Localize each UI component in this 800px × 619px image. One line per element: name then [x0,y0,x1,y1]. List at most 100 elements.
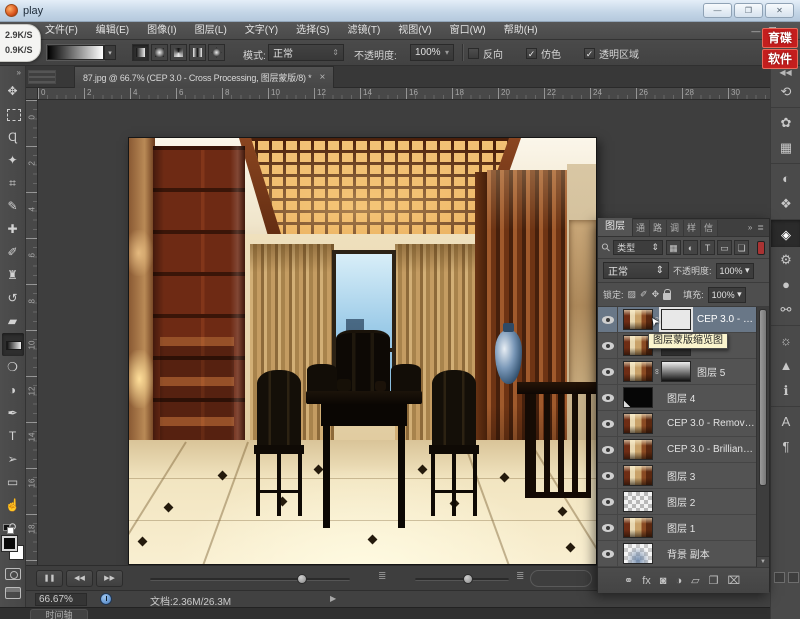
panel-menu-icon[interactable]: ≣ [757,223,764,232]
link-layers-icon[interactable]: ⚭ [624,574,633,587]
layer-mask-thumbnail[interactable] [661,361,691,382]
eye-icon[interactable] [598,411,618,436]
hand-tool[interactable]: ☝ [2,494,24,517]
forward-button[interactable]: ▶▶ [96,570,123,587]
reflected-gradient-button[interactable] [189,44,206,61]
menu-item[interactable]: 滤镜(T) [339,22,390,40]
layer-row[interactable]: CEP 3.0 - Brilliance/War... [598,437,769,463]
close-tab-icon[interactable]: × [319,72,325,83]
scrollbar-thumb[interactable] [759,309,767,486]
window-maximize-button[interactable]: ❐ [734,3,763,18]
layer-row[interactable]: ∞ CEP 3.0 - Cross... [598,307,769,333]
timeline-settings-icon[interactable]: ≣ [378,571,386,582]
linear-gradient-button[interactable] [132,44,149,61]
scrollbar[interactable]: ▼ [756,307,769,567]
history-panel-icon[interactable]: ⟲ [771,79,800,104]
menu-item[interactable]: 图像(I) [138,22,185,40]
gradient-picker-arrow-icon[interactable]: ▾ [104,45,116,60]
character-panel-icon[interactable]: A [771,406,800,434]
panel-tab[interactable]: 样 [684,220,701,236]
clone-stamp-tool[interactable]: ♜ [2,264,24,287]
eye-icon[interactable] [598,307,618,332]
slider-handle[interactable] [297,574,307,584]
add-layer-mask-icon[interactable]: ◙ [660,575,667,587]
eye-icon[interactable] [598,437,618,462]
new-layer-icon[interactable]: ❐ [709,574,719,587]
mini-panel-icon[interactable] [788,572,799,583]
blend-mode-dropdown[interactable]: 正常⇕ [268,44,344,61]
foreground-color-swatch[interactable] [2,536,17,551]
blur-tool[interactable]: ❍ [2,356,24,379]
layers-panel-icon[interactable]: ◈ [771,219,800,247]
panel-tab[interactable]: 调 [667,220,684,236]
tab-layers[interactable]: 图层 [598,218,633,236]
layer-row[interactable]: 图层 4 [598,385,769,411]
layer-row[interactable]: 图层 2 [598,489,769,515]
dodge-tool[interactable]: ◑ [2,379,24,402]
eye-icon[interactable] [598,385,618,410]
brush-tool[interactable]: ✐ [2,241,24,264]
default-colors-icon[interactable] [3,522,15,532]
type-tool[interactable]: T [2,425,24,448]
lock-pixels-icon[interactable]: ✐ [640,289,648,300]
menu-item[interactable]: 帮助(H) [495,22,547,40]
styles-panel-icon[interactable]: ❖ [771,191,800,216]
menu-item[interactable]: 图层(L) [186,22,236,40]
info-panel-icon[interactable]: ℹ [771,378,800,403]
layer-opacity-field[interactable]: 100%▾ [716,263,754,279]
panel-tab[interactable]: 通 [633,220,650,236]
menu-item[interactable]: 编辑(E) [87,22,138,40]
rewind-button[interactable]: ◀◀ [66,570,93,587]
angle-gradient-button[interactable] [170,44,187,61]
layer-thumbnail[interactable] [623,439,653,460]
layer-blend-mode-dropdown[interactable]: 正常⇕ [603,262,669,279]
layer-row[interactable]: 图层 3 [598,463,769,489]
eye-icon[interactable] [598,333,618,358]
layer-thumbnail[interactable] [623,361,653,382]
new-adjustment-layer-icon[interactable]: ◑ [675,575,682,587]
eye-icon[interactable] [598,359,618,384]
lock-transparency-icon[interactable]: ▨ [628,289,637,300]
screen-mode-button[interactable] [5,587,21,599]
history-brush-tool[interactable]: ↺ [2,287,24,310]
layer-thumbnail[interactable] [623,491,653,512]
panel-tab[interactable]: 路 [650,220,667,236]
histogram-panel-icon[interactable]: ▲ [771,353,800,378]
layer-thumbnail[interactable] [623,465,653,486]
menu-item[interactable]: 选择(S) [287,22,338,40]
pen-tool[interactable]: ✒ [2,402,24,425]
new-group-icon[interactable]: ▱ [691,574,699,587]
marquee-tool[interactable] [2,103,24,126]
layer-row[interactable]: CEP 3.0 - Remove Color ... [598,411,769,437]
gradient-preview[interactable] [47,45,104,60]
sun-panel-icon[interactable]: ☼ [771,325,800,353]
layer-thumbnail[interactable] [623,413,653,434]
timeline-field[interactable] [530,570,592,587]
layer-row[interactable]: ∞ 图层 5 [598,359,769,385]
paragraph-panel-icon[interactable]: ¶ [771,434,800,459]
shape-tool[interactable]: ▭ [2,471,24,494]
menu-item[interactable]: 窗口(W) [441,22,495,40]
panel-collapse-icon[interactable]: » [748,223,752,232]
color-panel-icon[interactable]: ✿ [771,107,800,135]
zoom-level-field[interactable]: 66.67% [35,593,87,606]
healing-brush-tool[interactable]: ✚ [2,218,24,241]
mini-panel-icon[interactable] [774,572,785,583]
layer-thumbnail[interactable] [623,517,653,538]
menu-item[interactable]: 文字(Y) [236,22,287,40]
eye-icon[interactable] [598,515,618,540]
filter-toggle-switch[interactable] [757,241,765,255]
lasso-tool[interactable]: Ɋ [2,126,24,149]
layer-row[interactable]: 图层 1 [598,515,769,541]
filter-kind-button[interactable]: ▭ [717,240,732,255]
timeline-slider[interactable] [150,578,350,581]
channels-panel-icon[interactable]: ⚙ [771,247,800,272]
menu-item[interactable]: 文件(F) [36,22,87,40]
move-tool[interactable]: ✥ [2,80,24,103]
panel-tab[interactable]: 信 [701,220,718,236]
lock-position-icon[interactable]: ✥ [652,289,660,300]
filter-kind-button[interactable]: ❏ [734,240,749,255]
delete-layer-icon[interactable]: ⌧ [727,574,740,587]
eyedropper-tool[interactable]: ✎ [2,195,24,218]
scroll-down-icon[interactable]: ▼ [757,556,769,567]
